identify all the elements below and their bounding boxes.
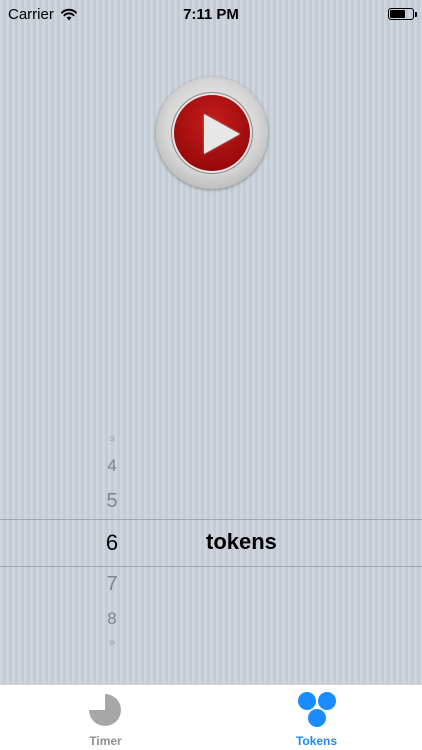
tokens-circles-icon xyxy=(298,692,336,727)
play-button-inner xyxy=(172,93,252,173)
battery-icon xyxy=(388,8,417,20)
tab-tokens[interactable]: Tokens xyxy=(211,685,422,750)
status-bar: Carrier 7:11 PM xyxy=(0,0,422,28)
picker-row[interactable]: 5 xyxy=(88,490,136,513)
picker-unit-label: tokens xyxy=(206,529,277,554)
tab-timer-label: Timer xyxy=(89,734,122,748)
picker-row[interactable]: 3 xyxy=(88,435,136,442)
picker-row[interactable]: 7 xyxy=(88,573,136,596)
picker-selected-row[interactable]: 6 xyxy=(88,530,136,556)
picker-row[interactable]: 8 xyxy=(88,609,136,629)
picker-row[interactable]: 9 xyxy=(88,639,136,646)
timer-pie-icon xyxy=(89,694,121,726)
token-count-picker[interactable]: 3 4 5 6 7 8 9 tokens xyxy=(0,425,422,665)
play-button[interactable] xyxy=(156,77,268,189)
play-icon xyxy=(204,114,240,154)
tab-bar: Timer Tokens xyxy=(0,684,422,750)
status-time: 7:11 PM xyxy=(183,6,239,23)
picker-row[interactable]: 4 xyxy=(88,456,136,476)
tab-tokens-label: Tokens xyxy=(295,734,338,748)
battery-fill xyxy=(390,10,405,18)
tab-timer[interactable]: Timer xyxy=(0,685,211,750)
